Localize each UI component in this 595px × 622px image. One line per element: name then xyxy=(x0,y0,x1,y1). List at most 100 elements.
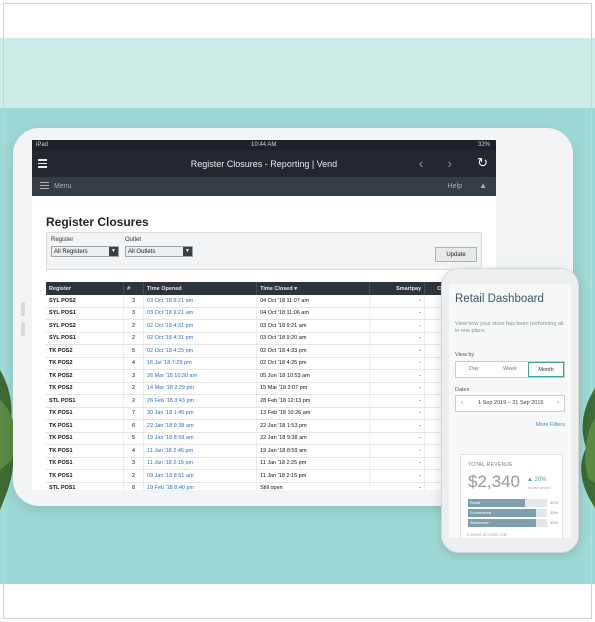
status-bar: iPad 10:44 AM 32% xyxy=(32,140,496,150)
nav-bar: Register Closures - Reporting | Vend ‹ ›… xyxy=(32,150,496,177)
time-opened-link[interactable]: 03 Oct '18 9:21 am xyxy=(143,307,258,320)
more-filters-link[interactable]: More Filters xyxy=(536,422,565,428)
time-opened-link[interactable]: 26 Feb '18 3:43 pm xyxy=(143,394,258,408)
register-cell: TK POS2 xyxy=(46,382,125,395)
page-title: Register Closures xyxy=(46,215,149,229)
smartpay-cell: - xyxy=(369,369,426,383)
closure-number-cell: 5 xyxy=(123,344,144,358)
register-select-value: All Registers xyxy=(54,249,88,255)
smartpay-cell: - xyxy=(369,382,426,395)
outlet-filter-label: Outlet xyxy=(125,237,142,243)
time-closed-cell: 11 Jan '18 2:25 pm xyxy=(256,457,371,470)
smartpay-cell: - xyxy=(369,482,426,490)
outlet-select[interactable]: All Outlets ▼ xyxy=(125,246,193,257)
closure-number-cell: 4 xyxy=(123,357,144,370)
table-row[interactable]: TK POS1 3 11 Jan '18 2:15 pm 11 Jan '18 2:2… xyxy=(46,457,480,470)
revenue-bar-value: 30% xyxy=(550,520,559,525)
menu-label[interactable]: Menu xyxy=(54,183,72,190)
table-row[interactable]: TK POS2 3 26 Mar '18 10:30 am 05 Jun '18 10… xyxy=(46,369,480,383)
column-header[interactable]: # xyxy=(123,282,144,295)
help-link[interactable]: Help xyxy=(448,183,462,190)
smartpay-cell: - xyxy=(369,394,426,408)
time-closed-cell: 05 Jun '18 10:53 am xyxy=(256,369,371,383)
time-opened-link[interactable]: 02 Oct '18 4:25 pm xyxy=(143,344,258,358)
column-header[interactable]: Time Closed ▾ xyxy=(256,282,371,295)
table-row[interactable]: SYL POS1 2 02 Oct '18 4:31 pm 03 Oct '18 9:… xyxy=(46,332,480,345)
menu-icon[interactable] xyxy=(40,182,49,191)
table-row[interactable]: TK POS1 6 22 Jan '18 9:38 am 22 Jan '18 1:5… xyxy=(46,419,480,433)
tablet-side-button xyxy=(21,322,25,336)
table-row[interactable]: SYL POS1 3 03 Oct '18 9:21 am 04 Oct '18 11… xyxy=(46,307,480,320)
revenue-bar-value: 30% xyxy=(550,510,559,515)
update-button[interactable]: Update xyxy=(435,247,477,262)
tablet-side-button xyxy=(21,302,25,316)
time-opened-link[interactable]: 30 Jan '18 1:45 pm xyxy=(143,407,258,420)
table-row[interactable]: TK POS2 4 16 Jul '18 7:29 pm 02 Oct '18 4:2… xyxy=(46,357,480,370)
register-cell: STL POS1 xyxy=(46,482,125,490)
time-opened-link[interactable]: 02 Oct '18 4:31 pm xyxy=(143,332,258,345)
closure-number-cell: 3 xyxy=(123,457,144,470)
time-opened-link[interactable]: 14 Mar '18 2:29 pm xyxy=(143,382,258,395)
smartpay-cell: - xyxy=(369,295,426,308)
date-range-picker[interactable]: ‹ 1 Sep 2019 – 31 Sep 2019 › xyxy=(455,395,565,412)
time-closed-cell: 13 Feb '18 10:26 am xyxy=(256,407,371,420)
register-cell: TK POS2 xyxy=(46,369,125,383)
table-row[interactable]: TK POS1 7 30 Jan '18 1:45 pm 13 Feb '18 10:… xyxy=(46,407,480,420)
dates-label: Dates xyxy=(455,387,470,393)
closure-number-cell: 2 xyxy=(123,394,144,408)
table-row[interactable]: TK POS2 5 02 Oct '18 4:25 pm 02 Oct '18 4:3… xyxy=(46,344,480,358)
column-header[interactable]: Register xyxy=(46,282,125,295)
back-forward-arrows-icon[interactable]: ‹ › xyxy=(419,155,462,171)
table-row[interactable]: STL POS1 2 26 Feb '18 3:43 pm 28 Feb '18 12… xyxy=(46,394,480,408)
refresh-icon[interactable]: ↻ xyxy=(477,155,488,171)
view-by-tabs: Day Week Month xyxy=(455,361,565,378)
revenue-change: ▲ 20% xyxy=(527,477,547,483)
column-header[interactable]: Time Opened xyxy=(143,282,258,295)
time-opened-link[interactable]: 19 Jan '18 8:59 am xyxy=(143,432,258,445)
register-cell: SYL POS2 xyxy=(46,295,125,308)
table-row[interactable]: STL POS1819 Feb '18 8:40 pmStill open--0… xyxy=(46,482,480,490)
time-opened-link[interactable]: 09 Jan '18 8:51 am xyxy=(143,469,258,483)
time-opened-link[interactable]: 03 Oct '18 9:21 am xyxy=(143,295,258,308)
time-closed-cell: 28 Feb '18 12:13 pm xyxy=(256,394,371,408)
time-opened-link[interactable]: 16 Jul '18 7:29 pm xyxy=(143,357,258,370)
time-opened-link[interactable]: 22 Jan '18 9:38 am xyxy=(143,419,258,433)
chevron-left-icon[interactable]: ‹ xyxy=(461,400,463,406)
status-battery: 32% xyxy=(477,142,490,148)
background-band-bottom xyxy=(0,584,595,622)
time-opened-link[interactable]: 11 Jan '18 2:15 pm xyxy=(143,457,258,470)
smartpay-cell: - xyxy=(369,407,426,420)
smartpay-cell: - xyxy=(369,444,426,458)
notification-bell-icon[interactable]: ▲ xyxy=(479,181,487,190)
tab-month[interactable]: Month xyxy=(528,362,564,377)
register-cell: TK POS1 xyxy=(46,457,125,470)
dashboard-description: View how your store has been performing … xyxy=(455,321,564,334)
chevron-down-icon: ▼ xyxy=(109,247,118,256)
tab-week[interactable]: Week xyxy=(492,362,528,377)
register-cell: TK POS1 xyxy=(46,432,125,445)
register-select[interactable]: All Registers ▼ xyxy=(51,246,119,257)
table-row[interactable]: TK POS1 5 19 Jan '18 8:59 am 22 Jan '18 9:3… xyxy=(46,432,480,445)
time-closed-cell: 02 Oct '18 4:33 pm xyxy=(256,344,371,358)
time-opened-link[interactable]: 02 Oct '18 4:31 pm xyxy=(143,319,258,333)
register-closures-table: Register # Time Opened Time Closed ▾ Smartpa… xyxy=(46,282,480,490)
menu-bar: Menu Help ▲ xyxy=(32,177,496,196)
table-row[interactable]: TK POS1 4 11 Jan '18 2:46 pm 19 Jan '18 8:5… xyxy=(46,444,480,458)
table-row[interactable]: TK POS2 2 14 Mar '18 2:29 pm 15 Mar '18 3:0… xyxy=(46,382,480,395)
closure-number-cell: 2 xyxy=(123,382,144,395)
smartpay-cell: - xyxy=(369,357,426,370)
register-cell: TK POS2 xyxy=(46,357,125,370)
time-opened-link[interactable]: 11 Jan '18 2:46 pm xyxy=(143,444,258,458)
table-row[interactable]: TK POS1 2 09 Jan '18 8:51 am 11 Jan '18 2:1… xyxy=(46,469,480,483)
revenue-bar: Retail xyxy=(468,499,525,507)
table-row[interactable]: SYL POS2 2 02 Oct '18 4:31 pm 03 Oct '18 9:… xyxy=(46,319,480,333)
time-closed-cell: 15 Mar '18 3:07 pm xyxy=(256,382,371,395)
tab-day[interactable]: Day xyxy=(456,362,492,377)
closure-number-cell: 7 xyxy=(123,407,144,420)
time-opened-link[interactable]: 19 Feb '18 8:40 pm xyxy=(143,482,258,490)
table-row[interactable]: SYL POS2 3 03 Oct '18 9:21 am 04 Oct '18 11… xyxy=(46,295,480,308)
chevron-right-icon[interactable]: › xyxy=(557,400,559,406)
column-header[interactable]: Smartpay xyxy=(369,282,426,295)
tablet-screen: iPad 10:44 AM 32% Register Closures - Re… xyxy=(32,140,496,490)
time-opened-link[interactable]: 26 Mar '18 10:30 am xyxy=(143,369,258,383)
